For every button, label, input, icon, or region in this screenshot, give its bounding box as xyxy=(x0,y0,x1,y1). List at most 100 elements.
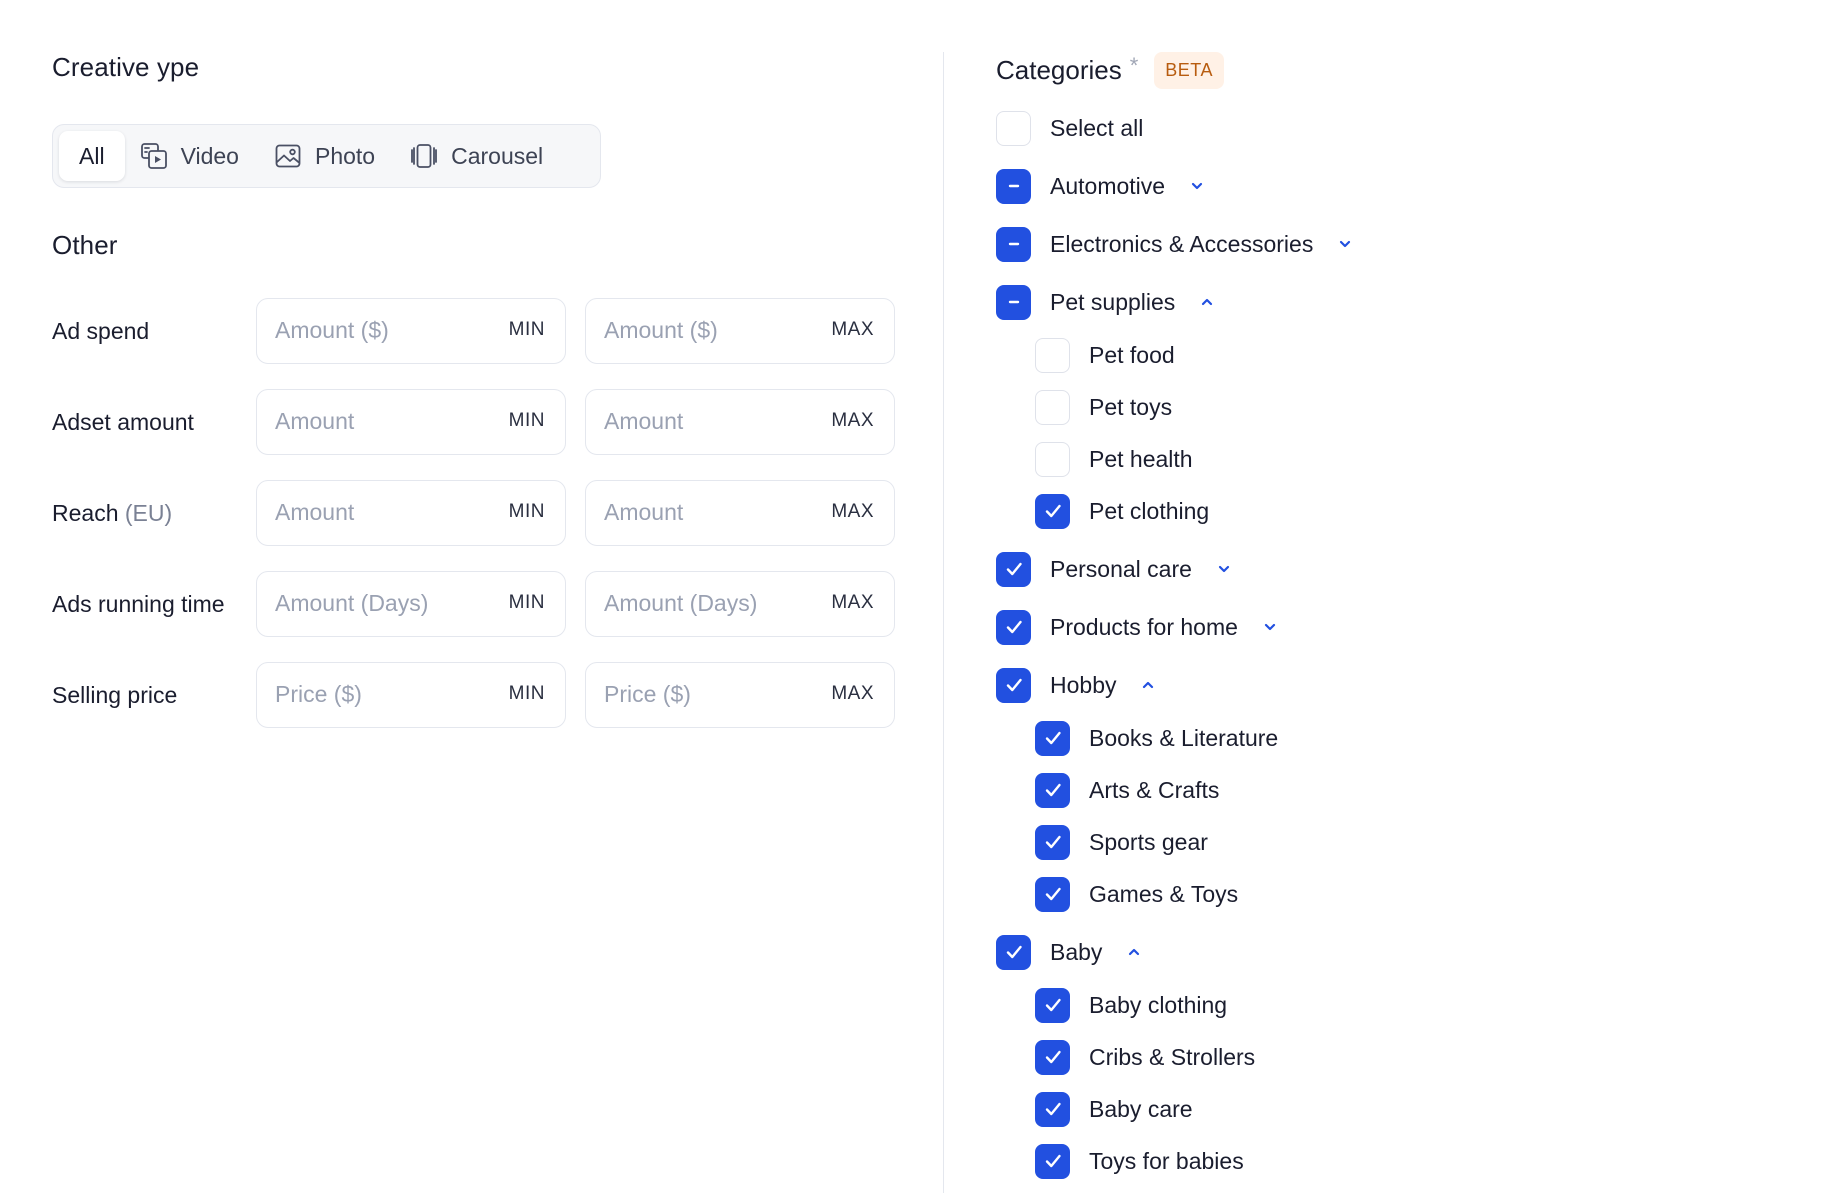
reach-min-input[interactable] xyxy=(257,481,487,544)
category-pet-food[interactable]: Pet food xyxy=(1035,335,1175,375)
ad-spend-min-input[interactable] xyxy=(257,299,487,362)
category-electronics-and-accessories[interactable]: Electronics & Accessories xyxy=(996,224,1353,264)
range-label-text: Ads running time xyxy=(52,591,225,617)
category-pet-health[interactable]: Pet health xyxy=(1035,439,1193,479)
category-pet-clothing[interactable]: Pet clothing xyxy=(1035,491,1209,531)
category-checkbox[interactable] xyxy=(1035,824,1070,860)
category-checkbox[interactable] xyxy=(996,609,1031,645)
category-checkbox[interactable] xyxy=(996,168,1031,204)
category-toys-for-babies[interactable]: Toys for babies xyxy=(1035,1141,1244,1181)
category-checkbox[interactable] xyxy=(1035,876,1070,912)
category-automotive[interactable]: Automotive xyxy=(996,166,1205,206)
check-icon xyxy=(1042,779,1064,801)
check-icon xyxy=(1003,674,1025,696)
category-checkbox[interactable] xyxy=(1035,337,1070,373)
adset-amount-label: Adset amount xyxy=(52,389,194,455)
category-pet-toys[interactable]: Pet toys xyxy=(1035,387,1172,427)
adset-amount-min-input[interactable] xyxy=(257,390,487,453)
range-label-text: Selling price xyxy=(52,682,178,708)
category-baby-care[interactable]: Baby care xyxy=(1035,1089,1193,1129)
range-row-ads-running-time: Ads running time MIN MAX xyxy=(52,571,902,637)
category-checkbox[interactable] xyxy=(1035,987,1070,1023)
chevron-down-icon[interactable] xyxy=(1189,178,1205,194)
ad-spend-max-input[interactable] xyxy=(586,299,816,362)
category-select-all[interactable]: Select all xyxy=(996,108,1143,148)
creative-type-video[interactable]: Video xyxy=(125,131,259,181)
creative-type-all[interactable]: All xyxy=(59,131,125,181)
min-tag: MIN xyxy=(508,501,545,522)
chevron-up-icon[interactable] xyxy=(1126,944,1142,960)
category-label: Baby xyxy=(1050,938,1103,965)
category-label: Baby clothing xyxy=(1089,991,1228,1018)
category-products-for-home[interactable]: Products for home xyxy=(996,607,1278,647)
category-sports-gear[interactable]: Sports gear xyxy=(1035,822,1208,862)
chevron-down-icon[interactable] xyxy=(1337,236,1353,252)
range-row-ad-spend: Ad spend MIN MAX xyxy=(52,298,902,364)
chevron-down-icon[interactable] xyxy=(1262,619,1278,635)
category-personal-care[interactable]: Personal care xyxy=(996,549,1232,589)
range-row-adset-amount: Adset amount MIN MAX xyxy=(52,389,902,455)
category-checkbox[interactable] xyxy=(996,284,1031,320)
category-pet-supplies[interactable]: Pet supplies xyxy=(996,282,1215,322)
category-label: Baby care xyxy=(1089,1095,1193,1122)
adset-amount-min-field: MIN xyxy=(256,389,566,455)
ads-running-time-label: Ads running time xyxy=(52,571,225,637)
category-checkbox[interactable] xyxy=(996,110,1031,146)
ad-spend-min-field: MIN xyxy=(256,298,566,364)
category-label: Products for home xyxy=(1050,613,1238,640)
ads-running-time-max-input[interactable] xyxy=(586,572,816,635)
category-hobby[interactable]: Hobby xyxy=(996,665,1156,705)
reach-max-input[interactable] xyxy=(586,481,816,544)
creative-type-photo[interactable]: Photo xyxy=(259,131,395,181)
category-label: Personal care xyxy=(1050,555,1192,582)
range-row-selling-price: Selling price MIN MAX xyxy=(52,662,902,728)
adset-amount-max-input[interactable] xyxy=(586,390,816,453)
ads-running-time-min-input[interactable] xyxy=(257,572,487,635)
reach-label: Reach (EU) xyxy=(52,480,172,546)
selling-price-min-input[interactable] xyxy=(257,663,487,726)
ads-running-time-max-field: MAX xyxy=(585,571,895,637)
category-books-and-literature[interactable]: Books & Literature xyxy=(1035,718,1278,758)
category-checkbox[interactable] xyxy=(1035,720,1070,756)
category-checkbox[interactable] xyxy=(1035,1039,1070,1075)
check-icon xyxy=(1042,1098,1064,1120)
required-mark: * xyxy=(1129,52,1139,78)
check-icon xyxy=(1042,1046,1064,1068)
chevron-up-icon[interactable] xyxy=(1199,294,1215,310)
adset-amount-max-field: MAX xyxy=(585,389,895,455)
category-checkbox[interactable] xyxy=(1035,1091,1070,1127)
selling-price-max-input[interactable] xyxy=(586,663,816,726)
beta-badge: BETA xyxy=(1154,52,1224,89)
creative-type-carousel[interactable]: Carousel xyxy=(395,131,563,181)
category-label: Games & Toys xyxy=(1089,880,1239,907)
chevron-down-icon[interactable] xyxy=(1216,561,1232,577)
category-checkbox[interactable] xyxy=(996,226,1031,262)
check-icon xyxy=(1042,883,1064,905)
check-icon xyxy=(1042,994,1064,1016)
category-checkbox[interactable] xyxy=(1035,441,1070,477)
min-tag: MIN xyxy=(508,683,545,704)
check-icon xyxy=(1042,727,1064,749)
category-checkbox[interactable] xyxy=(996,667,1031,703)
category-cribs-and-strollers[interactable]: Cribs & Strollers xyxy=(1035,1037,1255,1077)
check-icon xyxy=(1003,616,1025,638)
category-checkbox[interactable] xyxy=(1035,772,1070,808)
category-checkbox[interactable] xyxy=(996,934,1031,970)
category-checkbox[interactable] xyxy=(1035,1143,1070,1179)
category-checkbox[interactable] xyxy=(1035,493,1070,529)
creative-type-photo-label: Photo xyxy=(314,142,376,169)
reach-min-field: MIN xyxy=(256,480,566,546)
category-baby-clothing[interactable]: Baby clothing xyxy=(1035,985,1227,1025)
check-icon xyxy=(1042,831,1064,853)
category-checkbox[interactable] xyxy=(1035,389,1070,425)
category-label: Cribs & Strollers xyxy=(1089,1043,1256,1070)
category-label: Automotive xyxy=(1050,172,1166,199)
category-baby[interactable]: Baby xyxy=(996,932,1142,972)
check-icon xyxy=(1003,558,1025,580)
chevron-up-icon[interactable] xyxy=(1140,677,1156,693)
category-checkbox[interactable] xyxy=(996,551,1031,587)
min-tag: MIN xyxy=(508,592,545,613)
category-arts-and-crafts[interactable]: Arts & Crafts xyxy=(1035,770,1219,810)
category-games-and-toys[interactable]: Games & Toys xyxy=(1035,874,1238,914)
ads-running-time-min-field: MIN xyxy=(256,571,566,637)
